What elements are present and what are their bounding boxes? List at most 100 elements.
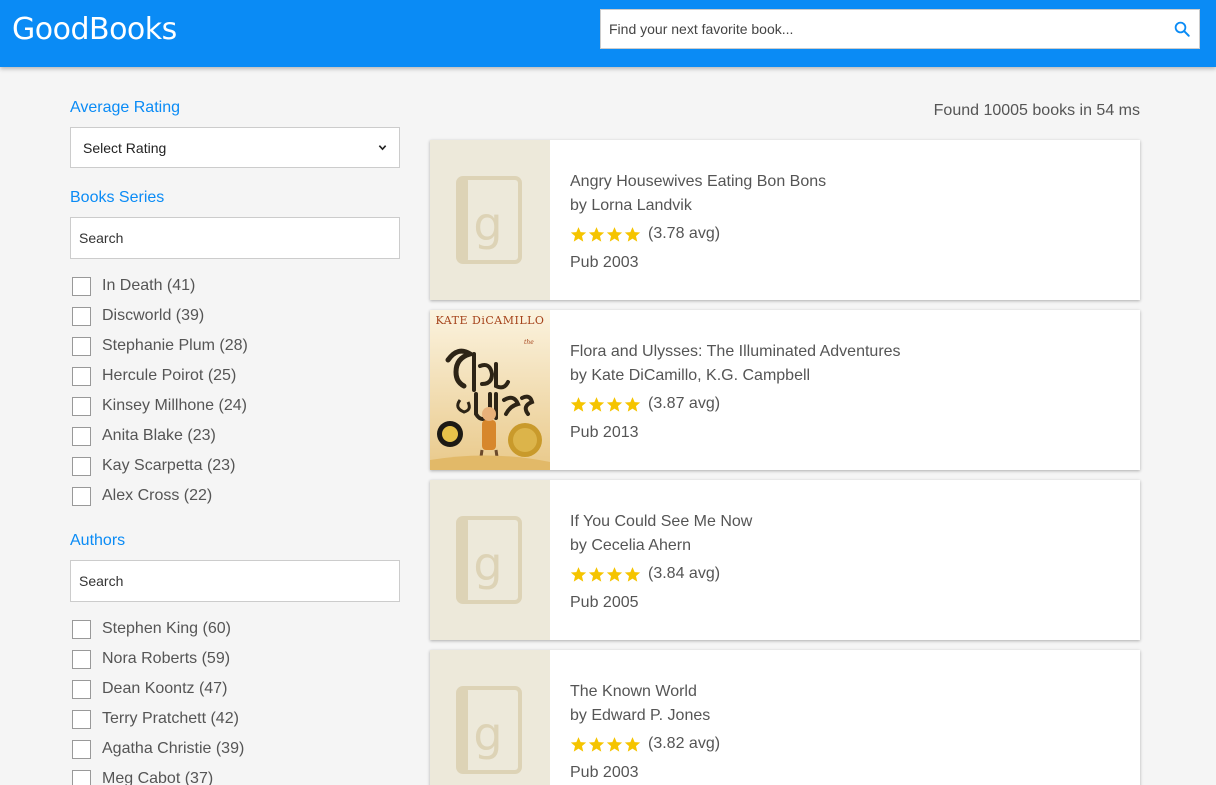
star-icon: [570, 396, 587, 412]
svg-text:g: g: [473, 197, 502, 251]
star-icon: [570, 736, 587, 752]
book-rating: (3.82 avg): [570, 728, 720, 760]
star-icon: [624, 226, 641, 242]
book-placeholder-icon: g: [456, 686, 522, 774]
book-rating: (3.84 avg): [570, 558, 752, 590]
search-icon[interactable]: [1173, 20, 1191, 38]
checkbox[interactable]: [72, 456, 91, 476]
rating-facet-title: Average Rating: [70, 99, 180, 116]
results-list: g Angry Housewives Eating Bon Bons by Lo…: [430, 140, 1140, 785]
series-option-label: Kay Scarpetta (23): [102, 457, 236, 474]
rating-average: (3.87 avg): [648, 395, 721, 412]
checkbox[interactable]: [72, 486, 91, 506]
book-cover-image[interactable]: the KATE DiCAMILLO: [430, 310, 550, 470]
book-search-box[interactable]: [600, 9, 1200, 49]
author-option-label: Agatha Christie (39): [102, 740, 245, 757]
top-bar: GoodBooks: [0, 0, 1216, 67]
author-option-label: Nora Roberts (59): [102, 650, 231, 667]
book-rating: (3.78 avg): [570, 218, 826, 250]
checkbox[interactable]: [72, 619, 91, 639]
checkbox[interactable]: [72, 366, 91, 386]
book-search-input[interactable]: [601, 10, 1161, 48]
app-logo[interactable]: GoodBooks: [12, 12, 177, 47]
star-icon: [624, 396, 641, 412]
series-option[interactable]: Hercule Poirot (25): [70, 361, 400, 391]
author-option[interactable]: Stephen King (60): [70, 614, 400, 644]
checkbox[interactable]: [72, 306, 91, 326]
series-option[interactable]: Stephanie Plum (28): [70, 331, 400, 361]
series-list: In Death (41) Discworld (39) Stephanie P…: [70, 271, 400, 511]
book-cover-placeholder[interactable]: g: [430, 650, 550, 785]
rating-select[interactable]: Select Rating: [70, 127, 400, 168]
svg-text:g: g: [473, 537, 502, 591]
checkbox[interactable]: [72, 769, 91, 785]
star-icon: [570, 226, 587, 242]
book-card[interactable]: g The Known World by Edward P. Jones (3.…: [430, 650, 1140, 785]
svg-text:the: the: [524, 339, 534, 346]
checkbox[interactable]: [72, 739, 91, 759]
checkbox[interactable]: [72, 396, 91, 416]
star-rating: [570, 396, 642, 413]
checkbox[interactable]: [72, 336, 91, 356]
svg-text:g: g: [473, 707, 502, 761]
book-card[interactable]: g Angry Housewives Eating Bon Bons by Lo…: [430, 140, 1140, 300]
star-icon: [606, 396, 623, 412]
star-icon: [624, 736, 641, 752]
series-option[interactable]: Kinsey Millhone (24): [70, 391, 400, 421]
book-author: by Cecelia Ahern: [570, 537, 691, 554]
series-facet-title: Books Series: [70, 189, 165, 206]
series-option-label: Stephanie Plum (28): [102, 337, 248, 354]
book-rating: (3.87 avg): [570, 388, 901, 420]
rating-average: (3.82 avg): [648, 735, 721, 752]
result-summary: Found 10005 books in 54 ms: [933, 102, 1140, 119]
checkbox[interactable]: [72, 679, 91, 699]
star-icon: [606, 226, 623, 242]
author-option[interactable]: Agatha Christie (39): [70, 734, 400, 764]
star-icon: [588, 396, 605, 412]
book-card[interactable]: g If You Could See Me Now by Cecelia Ahe…: [430, 480, 1140, 640]
checkbox[interactable]: [72, 709, 91, 729]
author-option[interactable]: Nora Roberts (59): [70, 644, 400, 674]
series-option-label: Hercule Poirot (25): [102, 367, 237, 384]
rating-average: (3.78 avg): [648, 225, 721, 242]
publication-year: Pub 2013: [570, 424, 639, 441]
author-option[interactable]: Terry Pratchett (42): [70, 704, 400, 734]
author-option[interactable]: Dean Koontz (47): [70, 674, 400, 704]
authors-list: Stephen King (60) Nora Roberts (59) Dean…: [70, 614, 400, 785]
checkbox[interactable]: [72, 649, 91, 669]
series-option-label: Anita Blake (23): [102, 427, 216, 444]
book-author: by Kate DiCamillo, K.G. Campbell: [570, 367, 811, 384]
author-option-label: Terry Pratchett (42): [102, 710, 239, 727]
star-rating: [570, 736, 642, 753]
author-option-label: Meg Cabot (37): [102, 770, 214, 785]
series-option-label: Discworld (39): [102, 307, 205, 324]
series-option[interactable]: Kay Scarpetta (23): [70, 451, 400, 481]
star-icon: [588, 566, 605, 582]
star-icon: [570, 566, 587, 582]
series-option[interactable]: Anita Blake (23): [70, 421, 400, 451]
book-cover-placeholder[interactable]: g: [430, 140, 550, 300]
book-author: by Lorna Landvik: [570, 197, 692, 214]
series-option-label: In Death (41): [102, 277, 196, 294]
series-search-input[interactable]: [70, 217, 400, 259]
series-option-label: Alex Cross (22): [102, 487, 213, 504]
series-option[interactable]: In Death (41): [70, 271, 400, 301]
book-title[interactable]: Angry Housewives Eating Bon Bons: [570, 170, 826, 194]
flora-ulysses-cover-art: the: [430, 310, 550, 470]
book-author: by Edward P. Jones: [570, 707, 711, 724]
book-title[interactable]: The Known World: [570, 680, 720, 704]
authors-search-input[interactable]: [70, 560, 400, 602]
book-title[interactable]: If You Could See Me Now: [570, 510, 752, 534]
book-cover-placeholder[interactable]: g: [430, 480, 550, 640]
book-title[interactable]: Flora and Ulysses: The Illuminated Adven…: [570, 340, 901, 364]
checkbox[interactable]: [72, 426, 91, 446]
star-rating: [570, 566, 642, 583]
author-option[interactable]: Meg Cabot (37): [70, 764, 400, 785]
book-card[interactable]: the KATE DiCAMILLO Flora and Ulysses: Th…: [430, 310, 1140, 470]
star-icon: [588, 226, 605, 242]
star-icon: [588, 736, 605, 752]
publication-year: Pub 2003: [570, 254, 639, 271]
checkbox[interactable]: [72, 276, 91, 296]
series-option[interactable]: Alex Cross (22): [70, 481, 400, 511]
series-option[interactable]: Discworld (39): [70, 301, 400, 331]
